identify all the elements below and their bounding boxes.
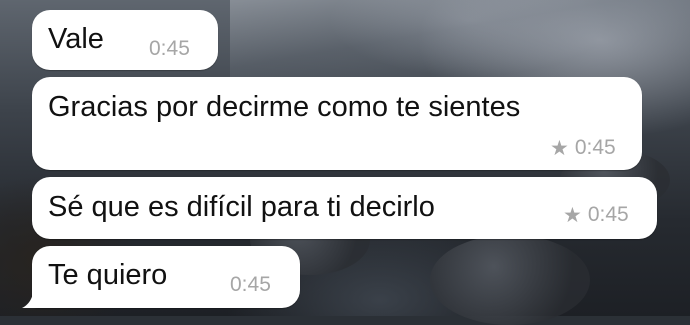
message-time: 0:45 bbox=[587, 203, 629, 226]
message-timestamp: ★ 0:45 bbox=[550, 136, 616, 160]
star-icon: ★ bbox=[550, 136, 569, 160]
message-text: Sé que es difícil para ti decirlo bbox=[48, 191, 435, 223]
message-bubble[interactable]: Vale 0:45 bbox=[32, 10, 218, 70]
message-bubble[interactable]: Gracias por decirme como te sientes ★ 0:… bbox=[32, 77, 642, 170]
message-timestamp: 0:45 bbox=[230, 273, 271, 297]
message-text: Te quiero bbox=[48, 259, 168, 291]
message-bubble[interactable]: Sé que es difícil para ti decirlo ★ 0:45 bbox=[32, 177, 657, 239]
star-icon: ★ bbox=[563, 203, 582, 227]
message-time: 0:45 bbox=[574, 136, 616, 159]
message-bubble[interactable]: Te quiero 0:45 bbox=[32, 246, 300, 308]
message-timestamp: 0:45 bbox=[149, 37, 190, 61]
message-text: Gracias por decirme como te sientes bbox=[48, 91, 521, 123]
message-time: 0:45 bbox=[149, 37, 190, 60]
wallpaper-rock bbox=[430, 235, 590, 325]
message-timestamp: ★ 0:45 bbox=[563, 203, 629, 227]
message-text: Vale bbox=[48, 23, 104, 55]
message-time: 0:45 bbox=[230, 273, 271, 296]
bubble-tail bbox=[22, 284, 44, 308]
